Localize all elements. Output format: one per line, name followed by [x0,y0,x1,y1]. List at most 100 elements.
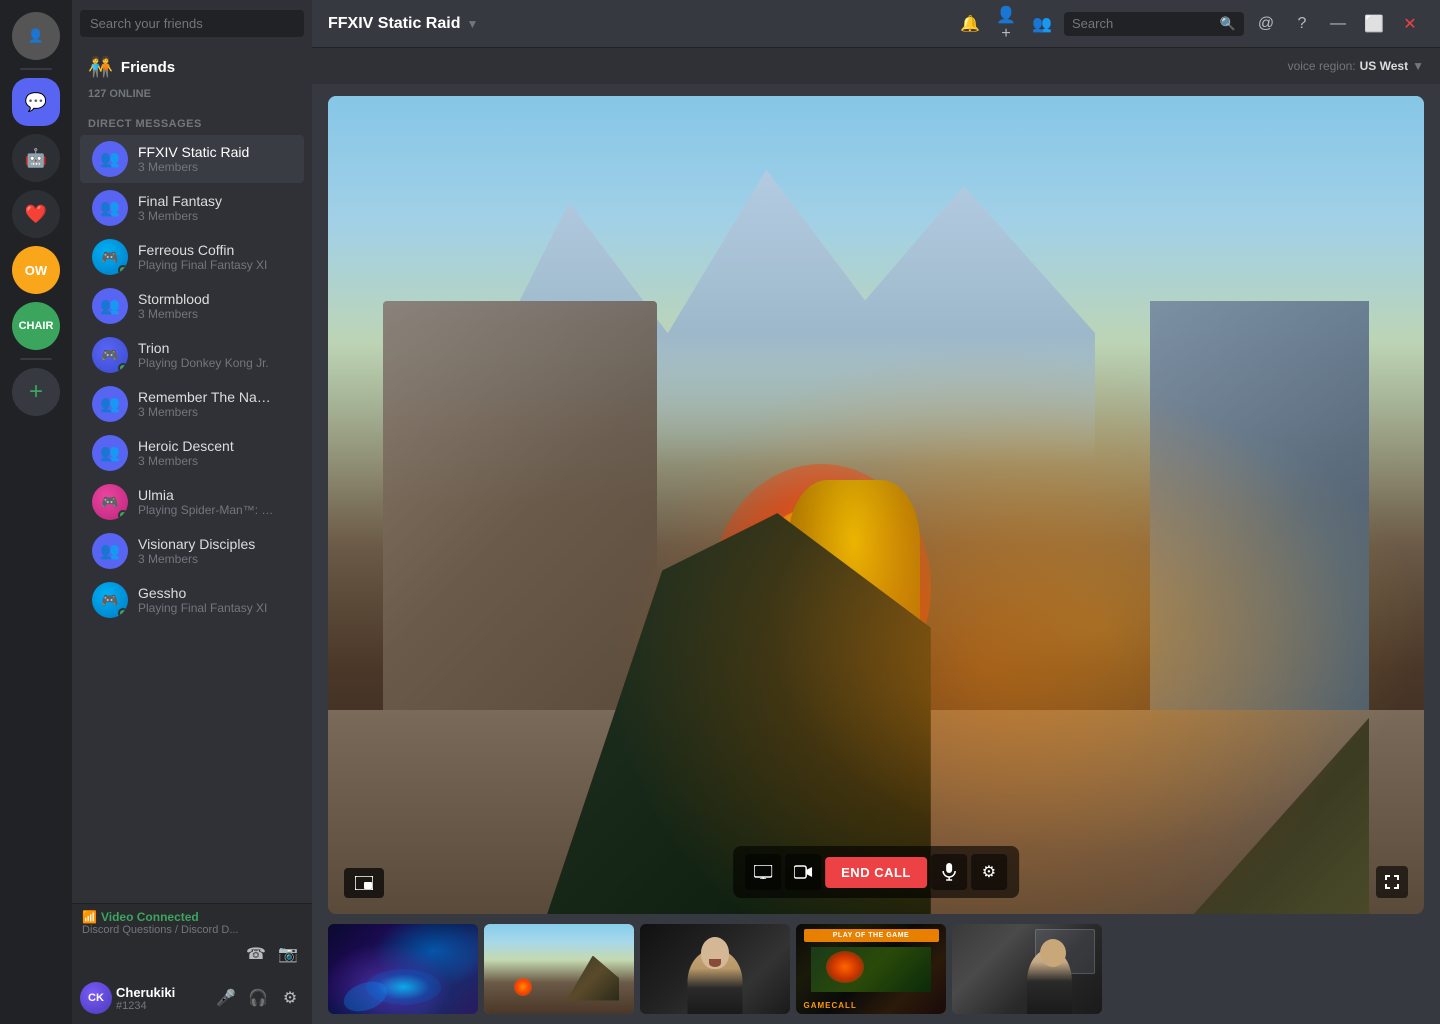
settings-call-button[interactable]: ⚙ [971,854,1007,890]
dm-name-ulmia: Ulmia [138,487,274,503]
main-video-container: END CALL ⚙ [328,96,1424,914]
dm-sub-visionary-disciples: 3 Members [138,552,274,566]
end-call-button[interactable]: END CALL [825,857,927,888]
channel-dropdown-icon[interactable]: ▼ [466,17,478,31]
voice-disconnect-btn[interactable]: ☎ [242,940,270,968]
dm-name-final-fantasy: Final Fantasy [138,193,274,209]
dm-item-ulmia[interactable]: 🎮 Ulmia Playing Spider-Man™: Shattered D… [80,478,304,526]
status-dot-gessho [118,608,128,618]
dm-avatar-heroic-descent: 👥 [92,435,128,471]
close-button[interactable]: ✕ [1396,10,1424,38]
server-icon-2[interactable]: 🤖 [12,134,60,182]
maximize-button[interactable]: ⬜ [1360,10,1388,38]
friends-sidebar: 🧑‍🤝‍🧑 Friends 127 ONLINE DIRECT MESSAGES… [72,0,312,1024]
server-5-icon: CHAIR [19,320,54,332]
video-controls: END CALL ⚙ [733,846,1019,898]
voice-region-value: US West [1360,59,1408,73]
dm-avatar-final-fantasy: 👥 [92,190,128,226]
thumb-inner-1 [328,924,478,1014]
add-friend-button[interactable]: 👤+ [992,10,1020,38]
dm-item-visionary-disciples[interactable]: 👥 Visionary Disciples 3 Members ✕ [80,527,304,575]
thumb-gamecall-4: GAMECALL [804,1001,857,1010]
notification-settings-button[interactable]: 🔔 [956,10,984,38]
thumbnail-1[interactable] [328,924,478,1014]
friends-home-icon: 🧑‍🤝‍🧑 [88,55,113,80]
dm-item-ferreous-coffin[interactable]: 🎮 Ferreous Coffin Playing Final Fantasy … [80,233,304,281]
voice-camera-btn[interactable]: 📷 [274,940,302,968]
thumb-inner-4: PLAY OF THE GAME GAMECALL [796,924,946,1014]
header-search-input[interactable] [1072,16,1214,31]
dm-item-trion[interactable]: 🎮 Trion Playing Donkey Kong Jr. ✕ [80,331,304,379]
microphone-button[interactable] [931,854,967,890]
voice-region-bar: voice region: US West ▼ [312,48,1440,84]
dm-item-ffxiv-static[interactable]: 👥 FFXIV Static Raid 3 Members ✕ [80,135,304,183]
thumb-inner-5 [952,924,1102,1014]
server-2-icon: 🤖 [25,148,47,169]
server-icon-3[interactable]: ❤️ [12,190,60,238]
user-controls: 🎤 🎧 ⚙ [212,984,304,1012]
dm-item-stormblood[interactable]: 👥 Stormblood 3 Members ✕ [80,282,304,330]
dm-avatar-remember-the-name: 👥 [92,386,128,422]
thumbnail-5[interactable] [952,924,1102,1014]
main-header: FFXIV Static Raid ▼ 🔔 👤+ 👥 🔍 @ ? — ⬜ ✕ [312,0,1440,48]
dm-name-visionary-disciples: Visionary Disciples [138,536,274,552]
settings-button[interactable]: ⚙ [276,984,304,1012]
at-mention-button[interactable]: @ [1252,10,1280,38]
thumb-inner-3 [640,924,790,1014]
dm-sub-ffxiv-static: 3 Members [138,160,274,174]
video-button[interactable] [785,854,821,890]
video-area: END CALL ⚙ [312,84,1440,1024]
status-dot-ulmia [118,510,128,520]
dm-avatar-ffxiv-static: 👥 [92,141,128,177]
thumbnail-3[interactable] [640,924,790,1014]
fullscreen-button[interactable] [1376,866,1408,898]
dm-avatar-stormblood: 👥 [92,288,128,324]
main-area: FFXIV Static Raid ▼ 🔔 👤+ 👥 🔍 @ ? — ⬜ ✕ v… [312,0,1440,1024]
user-panel: CK Cherukiki #1234 🎤 🎧 ⚙ [72,972,312,1024]
dm-avatar-ulmia: 🎮 [92,484,128,520]
dm-info-final-fantasy: Final Fantasy 3 Members [138,193,274,223]
dm-name-remember-the-name: Remember The Name [138,389,274,405]
dm-info-ferreous-coffin: Ferreous Coffin Playing Final Fantasy XI [138,242,274,272]
online-count: 127 ONLINE [72,84,312,102]
share-screen-button[interactable] [745,854,781,890]
dm-avatar-visionary-disciples: 👥 [92,533,128,569]
channel-name-text: FFXIV Static Raid [328,15,460,33]
minimize-button[interactable]: — [1324,10,1352,38]
pip-button[interactable] [344,868,384,898]
deafen-button[interactable]: 🎧 [244,984,272,1012]
server-icon-4[interactable]: OW [12,246,60,294]
thumb-inner-2 [484,924,634,1014]
thumbnail-2[interactable] [484,924,634,1014]
member-list-button[interactable]: 👥 [1028,10,1056,38]
server-icon-5[interactable]: CHAIR [12,302,60,350]
dm-item-remember-the-name[interactable]: 👥 Remember The Name 3 Members ✕ [80,380,304,428]
thumb-banner-4: PLAY OF THE GAME [804,929,939,942]
dm-sub-ulmia: Playing Spider-Man™: Shattered Dimen... [138,503,274,517]
dm-item-gessho[interactable]: 🎮 Gessho Playing Final Fantasy XI ✕ [80,576,304,624]
server-4-icon: OW [25,263,47,278]
dm-avatar-gessho: 🎮 [92,582,128,618]
friends-search-container [72,0,312,47]
voice-region-dropdown-icon[interactable]: ▼ [1412,59,1424,73]
friends-search-input[interactable] [80,10,304,37]
dm-item-heroic-descent[interactable]: 👥 Heroic Descent 3 Members ✕ [80,429,304,477]
help-button[interactable]: ? [1288,10,1316,38]
server-3-icon: ❤️ [25,204,47,225]
status-dot-trion [118,363,128,373]
dm-info-trion: Trion Playing Donkey Kong Jr. [138,340,274,370]
server-icon-add[interactable]: + [12,368,60,416]
dm-item-final-fantasy[interactable]: 👥 Final Fantasy 3 Members ✕ [80,184,304,232]
dm-name-ffxiv-static: FFXIV Static Raid [138,144,274,160]
dm-info-gessho: Gessho Playing Final Fantasy XI [138,585,274,615]
thumbnail-4[interactable]: PLAY OF THE GAME GAMECALL [796,924,946,1014]
server-icon-1[interactable]: 💬 [12,78,60,126]
server-1-icon: 💬 [25,92,47,113]
server-icon-home[interactable]: 👤 [12,12,60,60]
user-avatar: CK [80,982,112,1014]
friends-title: Friends [121,59,175,76]
dm-info-heroic-descent: Heroic Descent 3 Members [138,438,274,468]
thumb-fire-4 [826,951,864,983]
mute-button[interactable]: 🎤 [212,984,240,1012]
main-video-background [328,96,1424,914]
